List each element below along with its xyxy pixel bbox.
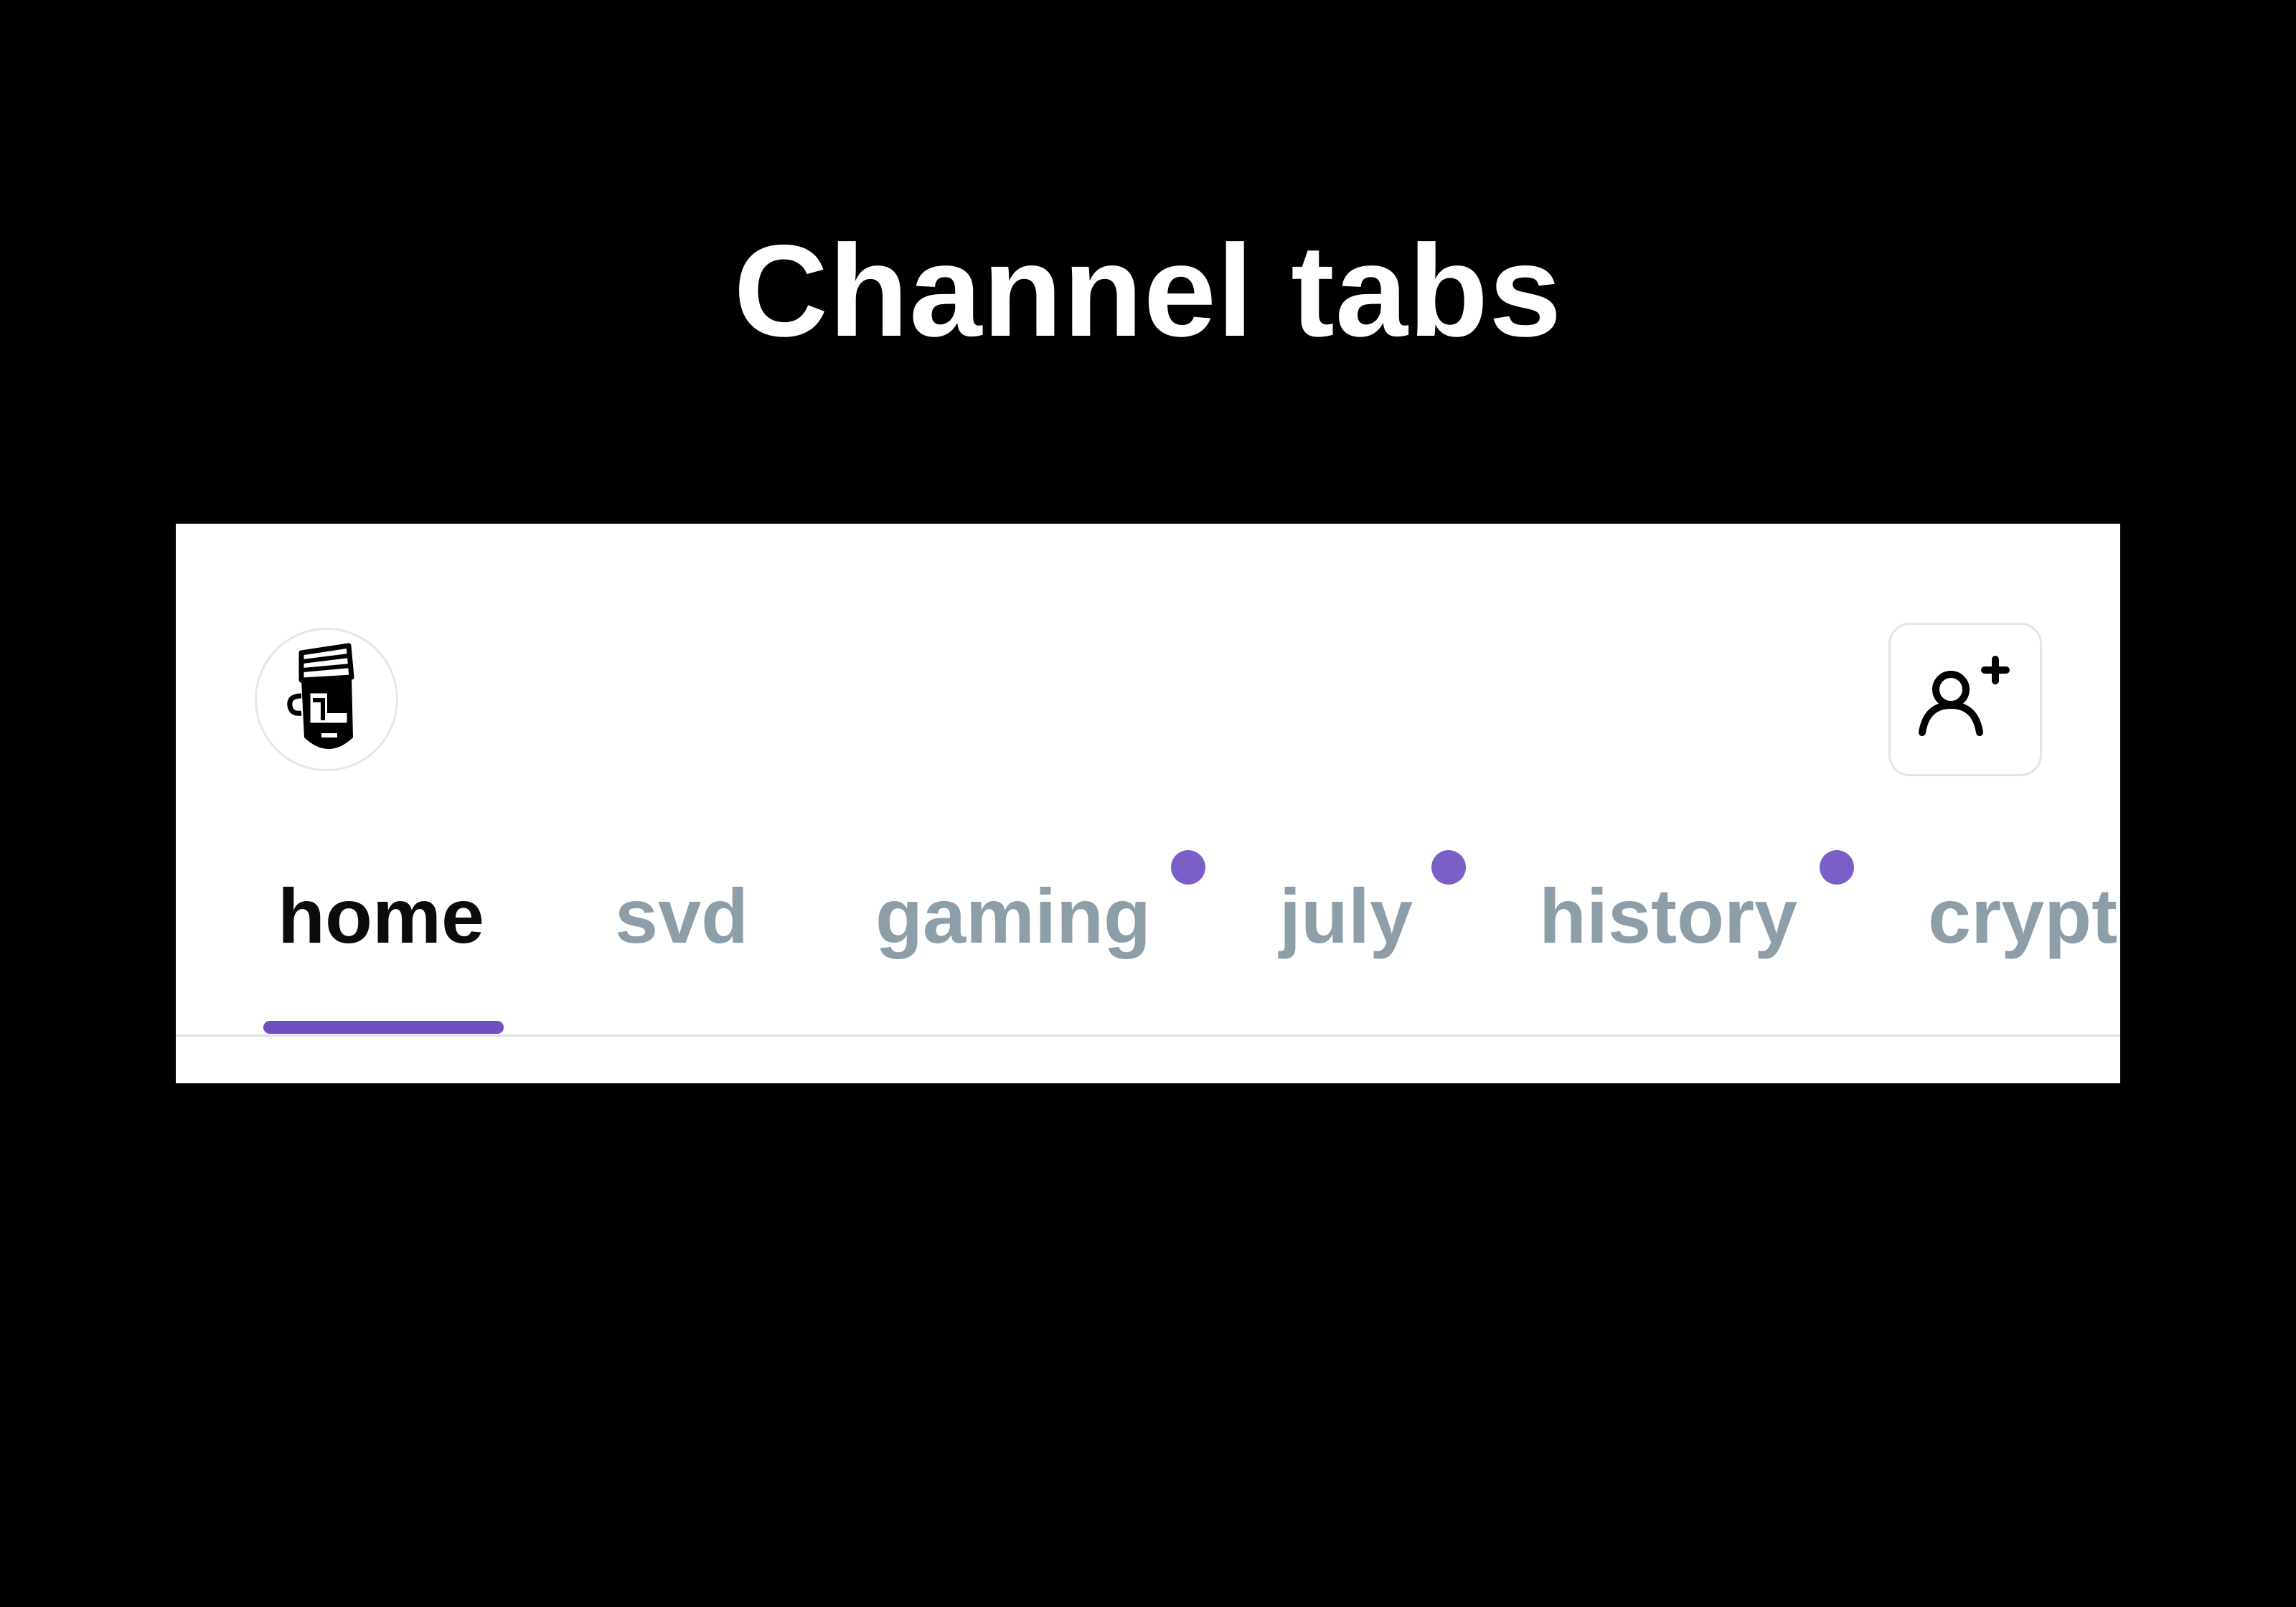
unread-dot xyxy=(1820,850,1854,885)
tab-label: history xyxy=(1539,872,1798,959)
tab-label: crypt xyxy=(1928,872,2118,959)
channel-header-panel: home svd gaming july history crypt xyxy=(176,524,2120,1083)
pirate-avatar-icon xyxy=(287,643,354,749)
tab-label: gaming xyxy=(875,872,1152,959)
avatar[interactable] xyxy=(255,628,398,771)
add-member-button[interactable] xyxy=(1888,623,2042,776)
active-tab-indicator xyxy=(263,1021,504,1034)
page-title: Channel tabs xyxy=(733,217,1563,364)
tab-label: home xyxy=(278,872,485,959)
tab-label: svd xyxy=(615,872,749,959)
unread-dot xyxy=(1171,850,1205,885)
tab-bar-divider xyxy=(176,1035,2120,1037)
user-plus-icon xyxy=(1919,656,2010,736)
unread-dot xyxy=(1431,850,1466,885)
tab-label: july xyxy=(1279,872,1413,959)
channel-tab-bar: home svd gaming july history crypt xyxy=(176,839,2120,1008)
